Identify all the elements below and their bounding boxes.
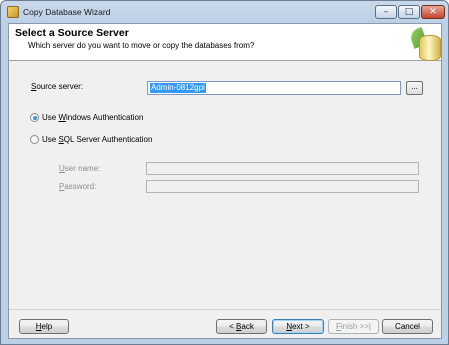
- windows-auth-label[interactable]: Use Windows Authentication: [42, 113, 143, 122]
- cancel-button[interactable]: Cancel: [382, 319, 433, 334]
- source-server-value: Admin-0812gpi: [150, 83, 206, 93]
- password-label: Password:: [59, 182, 97, 191]
- app-icon: [7, 6, 19, 18]
- password-input[interactable]: [146, 180, 419, 193]
- windows-auth-radio[interactable]: [30, 113, 39, 122]
- window-title: Copy Database Wizard: [23, 7, 111, 17]
- database-graphic-icon: [409, 27, 441, 61]
- source-server-label: Source server:: [31, 82, 84, 91]
- title-bar[interactable]: Copy Database Wizard – □ ✕: [1, 1, 448, 23]
- page-header: Select a Source Server Which server do y…: [9, 24, 441, 61]
- sql-auth-label[interactable]: Use SQL Server Authentication: [42, 135, 152, 144]
- minimize-button[interactable]: –: [375, 5, 397, 19]
- page-title: Select a Source Server: [15, 27, 129, 39]
- close-button[interactable]: ✕: [421, 5, 445, 19]
- next-button[interactable]: Next >: [272, 319, 324, 334]
- wizard-page: Select a Source Server Which server do y…: [8, 23, 442, 339]
- sql-auth-radio[interactable]: [30, 135, 39, 144]
- help-button[interactable]: Help: [19, 319, 69, 334]
- user-name-label: User name:: [59, 164, 101, 173]
- wizard-window: Copy Database Wizard – □ ✕ Select a Sour…: [0, 0, 449, 345]
- browse-server-button[interactable]: ...: [406, 81, 423, 95]
- maximize-button[interactable]: □: [398, 5, 420, 19]
- finish-button[interactable]: Finish >>|: [328, 319, 379, 334]
- user-name-input[interactable]: [146, 162, 419, 175]
- source-server-input[interactable]: Admin-0812gpi: [147, 81, 401, 95]
- back-button[interactable]: < Back: [216, 319, 267, 334]
- page-subtitle: Which server do you want to move or copy…: [28, 41, 255, 50]
- footer-divider: [9, 309, 441, 310]
